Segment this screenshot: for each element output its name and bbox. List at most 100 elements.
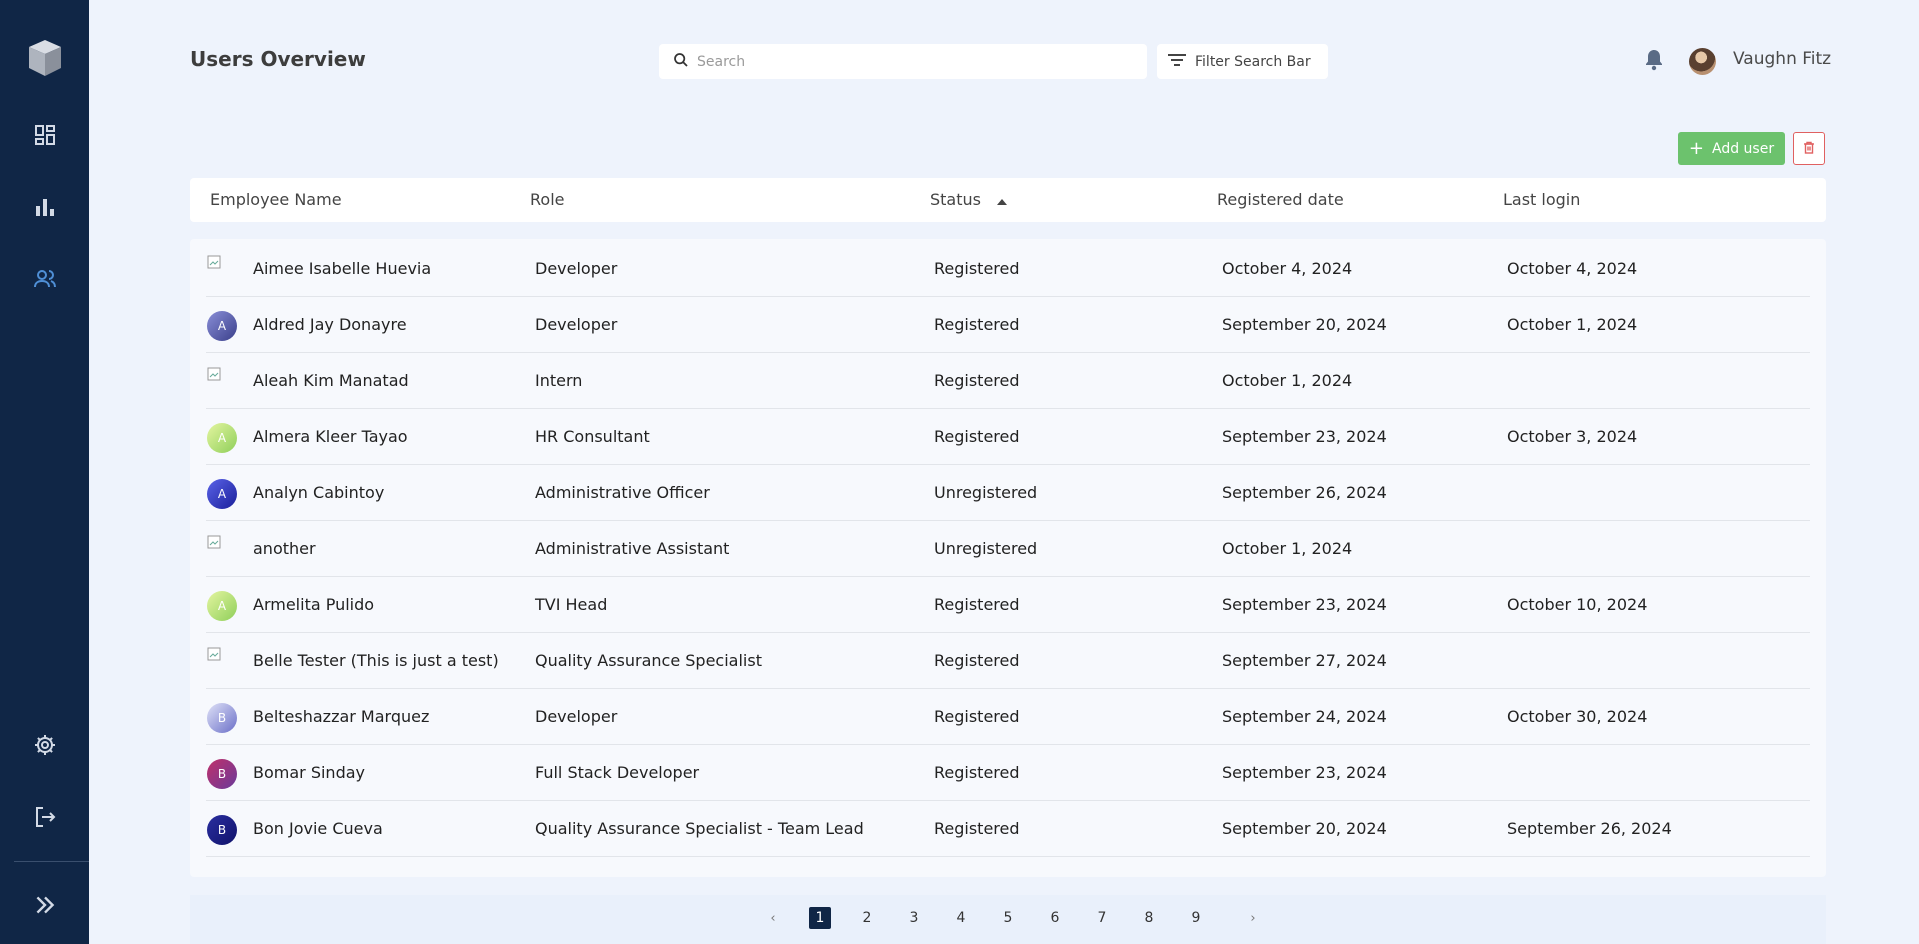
avatar: A [207,479,237,509]
table-row[interactable]: A Analyn Cabintoy Administrative Officer Un… [206,465,1810,521]
last-login-cell: October 10, 2024 [1507,595,1648,614]
registered-date-cell: September 20, 2024 [1222,819,1387,838]
add-user-button[interactable]: + Add user [1678,132,1785,165]
page-button-6[interactable]: 6 [1044,907,1066,929]
broken-profile-image-icon [207,647,237,677]
last-login-cell: October 4, 2024 [1507,259,1638,278]
table-row[interactable]: Belle Tester (This is just a test) Qualit… [206,633,1810,689]
delete-button[interactable] [1793,132,1825,165]
column-label: Registered date [1217,190,1344,209]
status-cell: Unregistered [934,483,1038,502]
search-input[interactable] [697,53,1137,70]
trash-icon [1803,139,1815,158]
user-avatar[interactable] [1689,48,1716,75]
status-cell: Registered [934,259,1020,278]
role-cell: HR Consultant [535,427,650,446]
registered-date-cell: September 23, 2024 [1222,763,1387,782]
page-button-5[interactable]: 5 [997,907,1019,929]
table-row[interactable]: B Belteshazzar Marquez Developer Registered… [206,689,1810,745]
last-login-cell: October 3, 2024 [1507,427,1638,446]
last-login-cell: October 30, 2024 [1507,707,1648,726]
page-button-8[interactable]: 8 [1138,907,1160,929]
filter-search-bar-button[interactable]: Filter Search Bar [1157,44,1328,79]
employee-name-cell: Aleah Kim Manatad [253,371,409,390]
next-page-button[interactable]: › [1242,907,1264,929]
page-button-4[interactable]: 4 [950,907,972,929]
table-body: Aimee Isabelle Huevia Developer Registered… [190,239,1826,877]
table-row[interactable]: A Almera Kleer Tayao HR Consultant Register… [206,409,1810,465]
table-row[interactable]: Aimee Isabelle Huevia Developer Registered… [206,241,1810,297]
registered-date-cell: September 20, 2024 [1222,315,1387,334]
page-button-1[interactable]: 1 [809,907,831,929]
search-bar[interactable] [659,44,1147,79]
plus-icon: + [1688,137,1704,159]
column-header-registered-date[interactable]: Registered date [1217,190,1344,209]
employee-name-cell: Armelita Pulido [253,595,375,614]
avatar: A [207,423,237,453]
registered-date-cell: October 1, 2024 [1222,539,1353,558]
page-button-2[interactable]: 2 [856,907,878,929]
page-button-7[interactable]: 7 [1091,907,1113,929]
avatar: B [207,759,237,789]
registered-date-cell: September 24, 2024 [1222,707,1387,726]
role-cell: Administrative Assistant [535,539,730,558]
status-cell: Registered [934,763,1020,782]
avatar: B [207,815,237,845]
registered-date-cell: September 27, 2024 [1222,651,1387,670]
registered-date-cell: October 1, 2024 [1222,371,1353,390]
filter-label: Filter Search Bar [1195,53,1311,70]
cube-logo-icon[interactable] [0,36,89,80]
last-login-cell: October 1, 2024 [1507,315,1638,334]
role-cell: Developer [535,259,618,278]
table-row[interactable]: B Bon Jovie Cueva Quality Assurance Specia… [206,801,1810,857]
table-row[interactable]: Aleah Kim Manatad Intern Registered October… [206,353,1810,409]
broken-profile-image-icon [207,367,237,397]
prev-page-button[interactable]: ‹ [762,907,784,929]
bar-chart-icon[interactable] [0,187,89,227]
role-cell: Intern [535,371,583,390]
status-cell: Registered [934,427,1020,446]
column-header-status[interactable]: Status [930,190,1007,209]
users-icon[interactable] [0,259,89,299]
employee-name-cell: Almera Kleer Tayao [253,427,408,446]
employee-name-cell: Aldred Jay Donayre [253,315,407,334]
column-header-role[interactable]: Role [530,190,564,209]
column-label: Last login [1503,190,1581,209]
double-chevron-right-icon[interactable] [0,885,89,925]
gear-icon[interactable] [0,725,89,765]
avatar: B [207,703,237,733]
registered-date-cell: September 23, 2024 [1222,427,1387,446]
status-cell: Unregistered [934,539,1038,558]
dashboard-icon[interactable] [0,115,89,155]
user-name[interactable]: Vaughn Fitz [1733,49,1831,69]
page-button-9[interactable]: 9 [1185,907,1207,929]
table-row[interactable]: B Bomar Sinday Full Stack Developer Registe… [206,745,1810,801]
role-cell: Developer [535,315,618,334]
status-cell: Registered [934,371,1020,390]
page-button-3[interactable]: 3 [903,907,925,929]
last-login-cell: September 26, 2024 [1507,819,1672,838]
column-header-last-login[interactable]: Last login [1503,190,1580,209]
status-cell: Registered [934,819,1020,838]
role-cell: Quality Assurance Specialist [535,651,762,670]
employee-name-cell: Analyn Cabintoy [253,483,385,502]
role-cell: TVI Head [535,595,608,614]
column-label: Employee Name [210,190,342,209]
table-row[interactable]: A Armelita Pulido TVI Head Registered Septem… [206,577,1810,633]
search-icon [673,52,689,72]
employee-name-cell: Belteshazzar Marquez [253,707,430,726]
page-title: Users Overview [190,47,366,71]
column-header-employee-name[interactable]: Employee Name [210,190,342,209]
column-label: Status [930,190,981,209]
status-cell: Registered [934,315,1020,334]
filter-icon [1167,52,1187,72]
role-cell: Quality Assurance Specialist - Team Lead [535,819,864,838]
registered-date-cell: October 4, 2024 [1222,259,1353,278]
sidebar [0,0,89,944]
bell-icon[interactable] [1643,48,1665,72]
status-cell: Registered [934,707,1020,726]
table-row[interactable]: another Administrative Assistant Unregiste… [206,521,1810,577]
logout-icon[interactable] [0,797,89,837]
table-row[interactable]: A Aldred Jay Donayre Developer Registered Se… [206,297,1810,353]
employee-name-cell: Bomar Sinday [253,763,365,782]
